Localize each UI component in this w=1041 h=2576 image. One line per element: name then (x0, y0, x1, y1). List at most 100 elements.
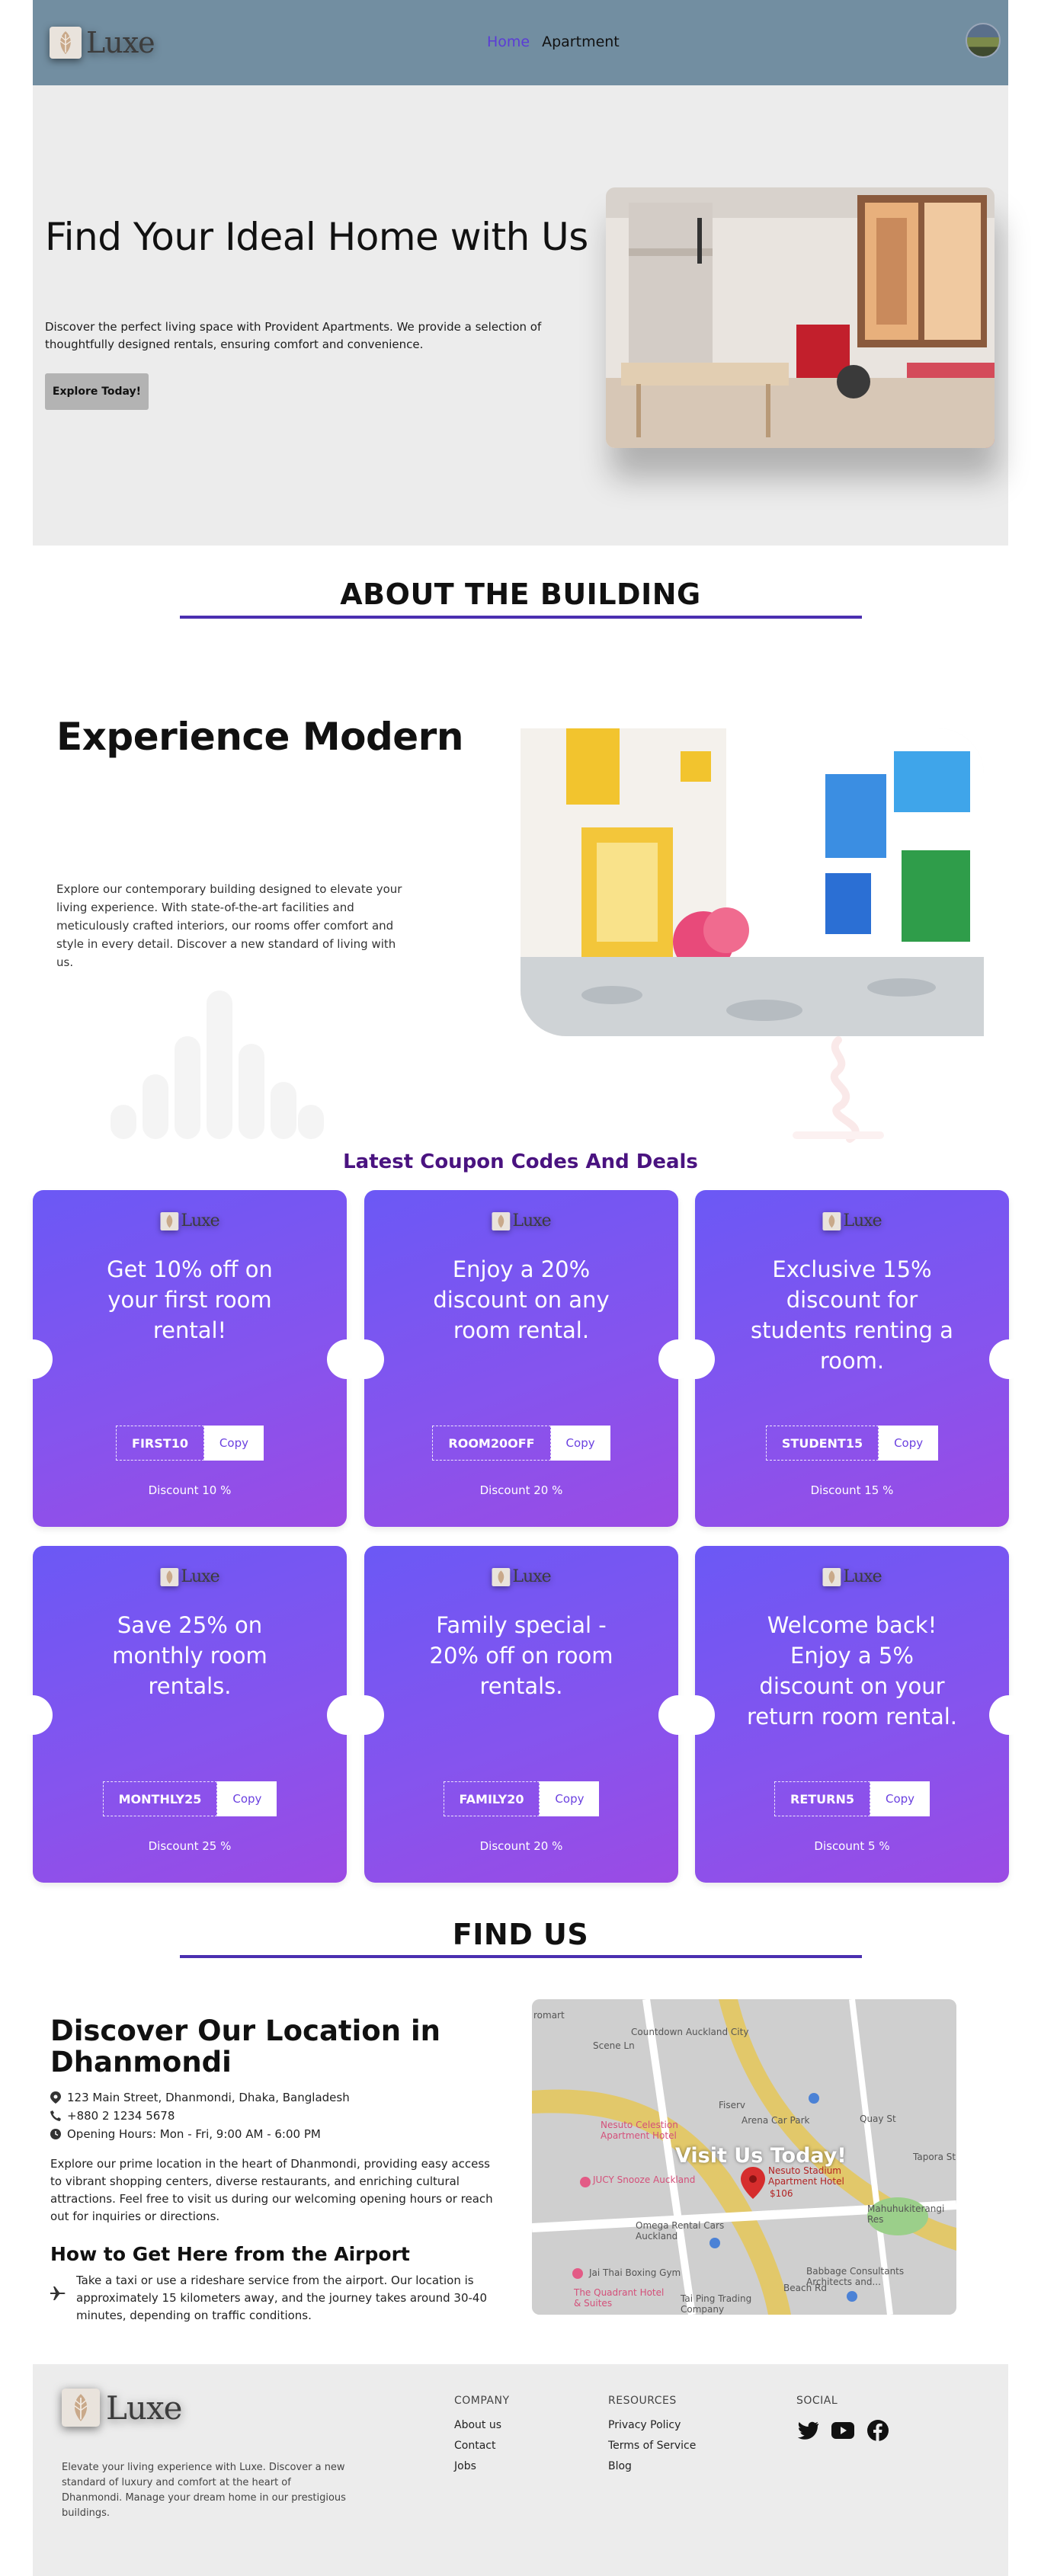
explore-button[interactable]: Explore Today! (45, 373, 149, 410)
footer-description: Elevate your living experience with Luxe… (62, 2462, 346, 2519)
map-label: Scene Ln (593, 2040, 635, 2051)
coupon-notch (13, 1339, 53, 1379)
coupon-notch (989, 1339, 1029, 1379)
coupon-logo-text: Luxe (843, 1567, 882, 1586)
find-us-heading-underline (180, 1955, 862, 1958)
coupon-logo: Luxe (822, 1567, 882, 1586)
location-description: Explore our prime location in the heart … (50, 2157, 493, 2223)
hero-section: Find Your Ideal Home with Us Discover th… (33, 85, 1008, 546)
airport-description: Take a taxi or use a rideshare service f… (76, 2274, 488, 2322)
logo-text: Luxe (86, 26, 155, 59)
footer-link-about[interactable]: About us (454, 2419, 510, 2431)
coupon-card: Luxe Get 10% off on your first room renta… (13, 1190, 367, 1527)
coupon-discount: Discount 25 % (148, 1839, 232, 1853)
footer-social-column: SOCIAL (796, 2395, 889, 2442)
map-label: Fiserv (719, 2100, 746, 2110)
footer-resources-column: RESOURCES Privacy Policy Terms of Servic… (608, 2395, 696, 2481)
footer-link-jobs[interactable]: Jobs (454, 2460, 510, 2472)
footer-link-privacy[interactable]: Privacy Policy (608, 2419, 696, 2431)
map-label: $106 (770, 2188, 793, 2199)
copy-code-button[interactable]: Copy (540, 1781, 600, 1816)
user-avatar[interactable] (966, 23, 1001, 58)
coupon-notch (989, 1695, 1029, 1735)
coupon-discount: Discount 15 % (810, 1483, 894, 1497)
coupon-offer-text: Save 25% on monthly room rentals. (112, 1612, 267, 1699)
footer-logo-text: Luxe (106, 2389, 182, 2427)
leaf-logo-icon (822, 1567, 841, 1586)
hours-text: Opening Hours: Mon - Fri, 9:00 AM - 6:00… (67, 2127, 321, 2141)
coupon-logo-text: Luxe (512, 1211, 551, 1230)
coupon-discount: Discount 10 % (148, 1483, 232, 1497)
coupon-code[interactable]: STUDENT15 (765, 1426, 879, 1461)
copy-code-button[interactable]: Copy (870, 1781, 930, 1816)
leaf-logo-icon (822, 1211, 841, 1230)
building-courtyard-image (520, 728, 984, 1036)
footer-company-column: COMPANY About us Contact Jobs (454, 2395, 510, 2481)
site-logo[interactable]: Luxe (50, 23, 164, 62)
address-text: 123 Main Street, Dhanmondi, Dhaka, Bangl… (67, 2091, 350, 2104)
coupon-offer-text: Enjoy a 20% discount on any room rental. (433, 1256, 610, 1343)
map-label: Countdown Auckland City (631, 2027, 749, 2037)
site-footer: Luxe Elevate your living experience with… (33, 2364, 1008, 2576)
footer-link-blog[interactable]: Blog (608, 2460, 696, 2472)
find-us-heading: FIND US (452, 1918, 589, 1951)
map-label: Nesuto Celestion Apartment Hotel (601, 2120, 678, 2141)
footer-logo[interactable]: Luxe (62, 2389, 182, 2427)
coupon-card: Luxe Enjoy a 20% discount on any room ren… (344, 1190, 698, 1527)
footer-link-contact[interactable]: Contact (454, 2440, 510, 2452)
coupon-code-row: MONTHLY25 Copy (33, 1781, 347, 1816)
coupon-code[interactable]: MONTHLY25 (102, 1781, 218, 1816)
coupon-code-row: ROOM20OFF Copy (364, 1426, 678, 1461)
coupon-card: Luxe Save 25% on monthly room rentals. MON… (13, 1546, 367, 1883)
nav-home-link[interactable]: Home (487, 34, 530, 50)
coupon-logo-text: Luxe (512, 1567, 551, 1586)
coupon-code[interactable]: RETURN5 (774, 1781, 870, 1816)
coupon-code-row: STUDENT15 Copy (695, 1426, 1009, 1461)
nav-apartment-link[interactable]: Apartment (542, 34, 620, 50)
coupon-offer-text: Welcome back! Enjoy a 5% discount on you… (746, 1612, 958, 1730)
clock-icon (50, 2129, 61, 2139)
copy-code-button[interactable]: Copy (879, 1426, 939, 1461)
coupon-logo: Luxe (492, 1211, 552, 1230)
map-label: Jai Thai Boxing Gym (589, 2267, 681, 2278)
copy-code-button[interactable]: Copy (203, 1426, 264, 1461)
footer-social-heading: SOCIAL (796, 2395, 838, 2407)
coupon-discount: Discount 20 % (479, 1839, 563, 1853)
facebook-icon[interactable] (866, 2419, 889, 2442)
coupon-code[interactable]: ROOM20OFF (432, 1426, 551, 1461)
apartment-interior-image (606, 187, 995, 448)
map-label: Arena Car Park (742, 2115, 810, 2126)
copy-code-button[interactable]: Copy (550, 1426, 610, 1461)
site-header: Luxe Home Apartment (33, 0, 1008, 85)
phone-row: +880 2 1234 5678 (50, 2109, 175, 2123)
map-pin-icon (50, 2091, 61, 2104)
leaf-logo-icon (50, 27, 82, 59)
about-title: Experience Modern (56, 715, 463, 759)
main-nav: Home Apartment (487, 34, 620, 50)
coupon-code-row: RETURN5 Copy (695, 1781, 1009, 1816)
coupon-code-row: FIRST10 Copy (33, 1426, 347, 1461)
hours-row: Opening Hours: Mon - Fri, 9:00 AM - 6:00… (50, 2127, 321, 2141)
map-label: Quay St (860, 2114, 896, 2124)
footer-company-heading: COMPANY (454, 2395, 510, 2407)
youtube-icon[interactable] (831, 2419, 854, 2442)
coupon-code[interactable]: FIRST10 (116, 1426, 204, 1461)
copy-code-button[interactable]: Copy (217, 1781, 277, 1816)
address-row: 123 Main Street, Dhanmondi, Dhaka, Bangl… (50, 2091, 350, 2104)
coupon-card: Luxe Exclusive 15% discount for students … (675, 1190, 1029, 1527)
footer-resources-heading: RESOURCES (608, 2395, 677, 2407)
map-label: Beach Rd (783, 2283, 827, 2293)
coupon-code[interactable]: FAMILY20 (443, 1781, 540, 1816)
coupon-card: Luxe Family special - 20% off on room ren… (344, 1546, 698, 1883)
coupon-logo: Luxe (160, 1211, 220, 1230)
twitter-icon[interactable] (796, 2419, 819, 2442)
coupon-logo-text: Luxe (843, 1211, 882, 1230)
location-map[interactable]: romart Countdown Auckland City Scene Ln … (532, 1999, 956, 2315)
map-label: romart (533, 2010, 565, 2021)
leaf-logo-icon (492, 1567, 511, 1586)
about-description: Explore our contemporary building design… (56, 882, 402, 969)
coupon-logo-text: Luxe (181, 1567, 219, 1586)
coupons-title: Latest Coupon Codes And Deals (343, 1150, 698, 1173)
location-title: Discover Our Location in Dhanmondi (50, 2014, 440, 2078)
footer-link-terms[interactable]: Terms of Service (608, 2440, 696, 2452)
